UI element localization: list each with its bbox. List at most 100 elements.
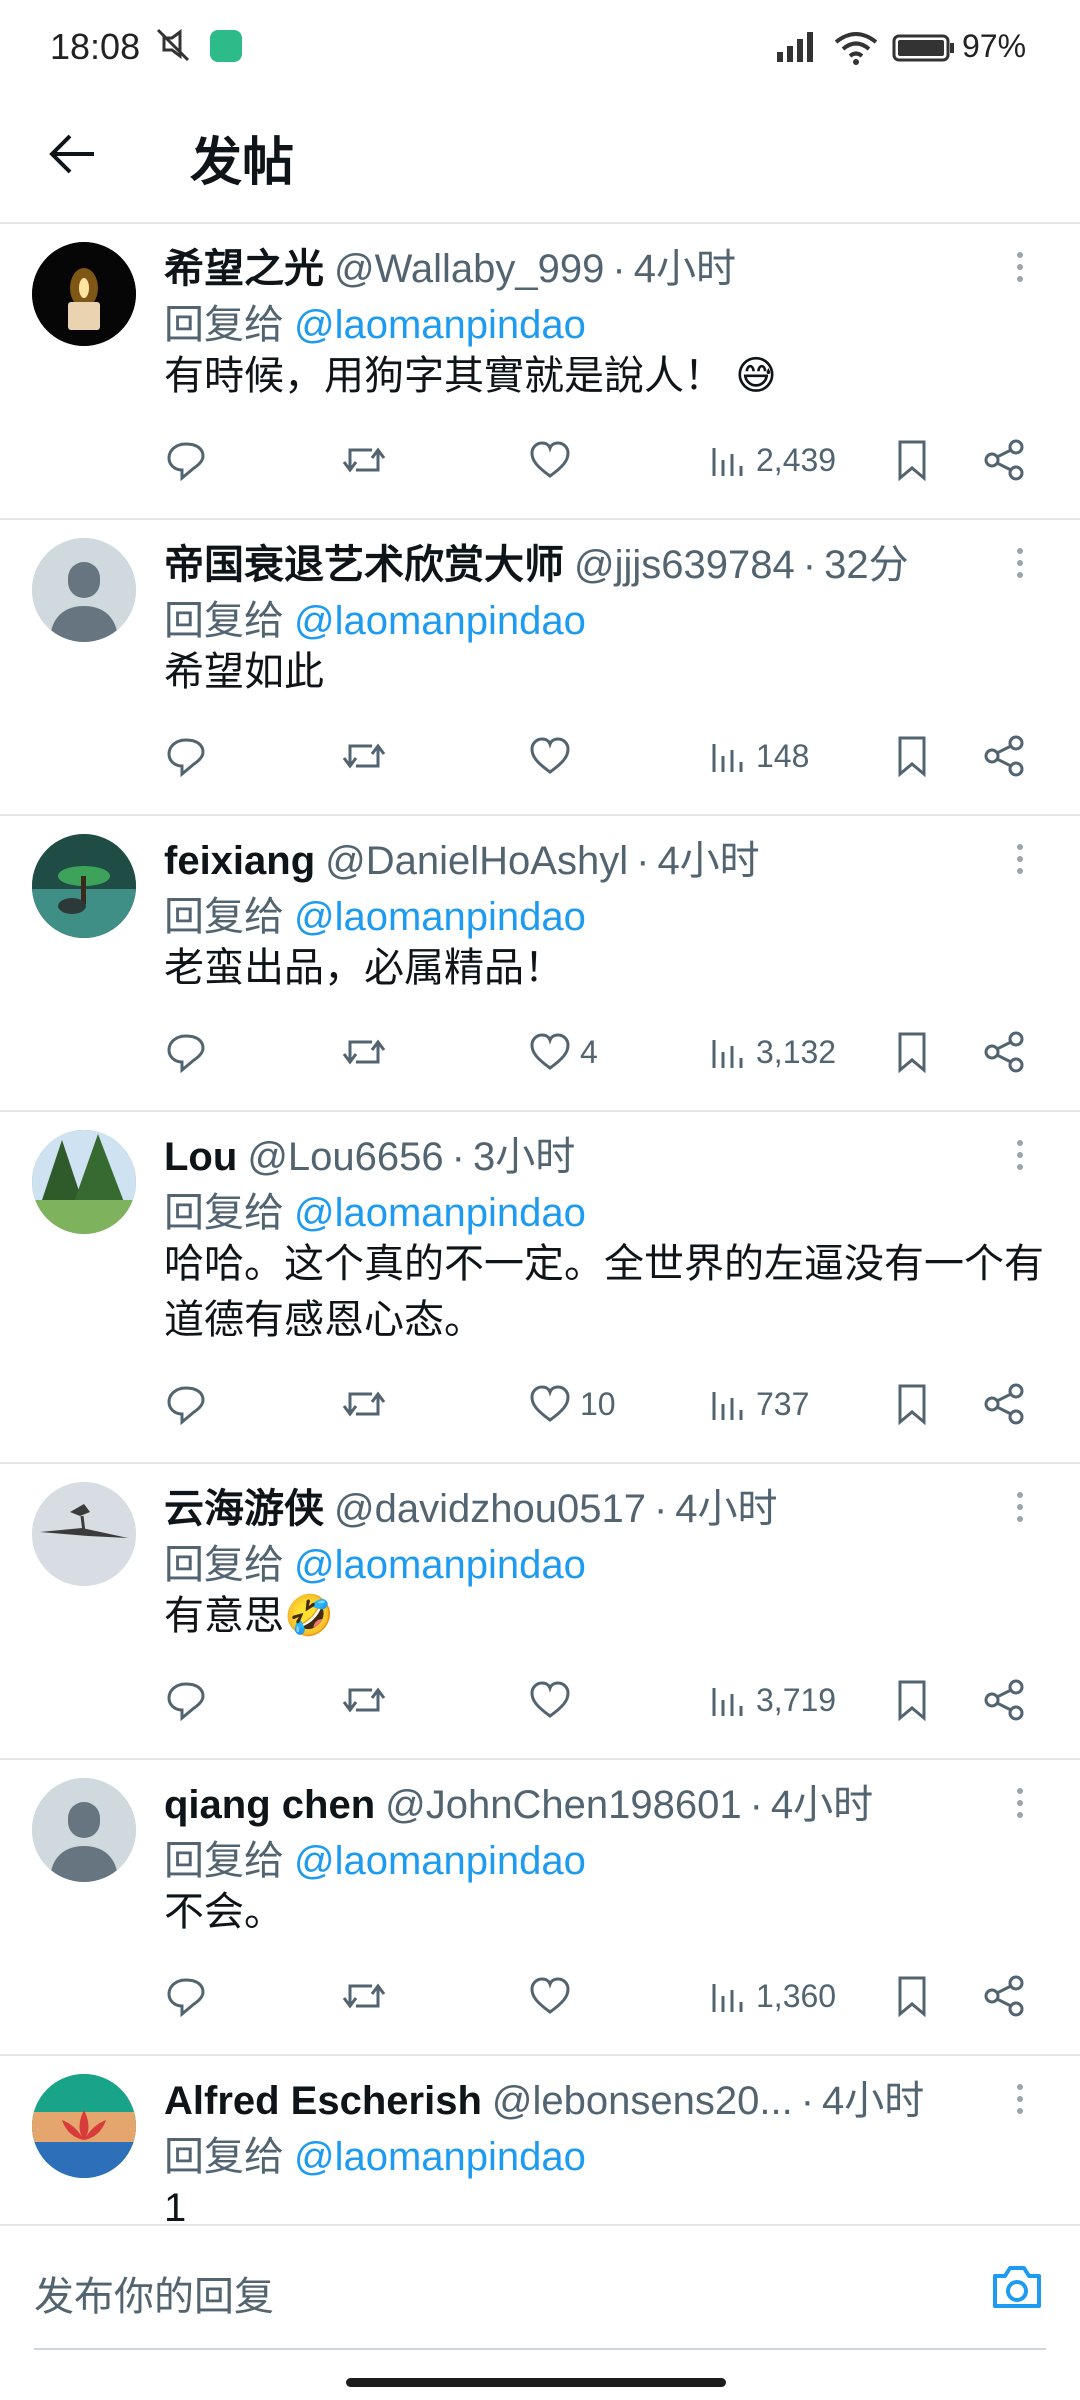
author-name[interactable]: Lou [164,1135,237,1179]
author-name[interactable]: feixiang [164,839,315,883]
bookmark-button[interactable] [892,1670,932,1730]
reply-context: 回复给 @laomanpindao [164,292,586,350]
author-handle[interactable]: @JohnChen198601 [385,1783,741,1827]
reply-mention[interactable]: @laomanpindao [294,599,586,643]
home-indicator[interactable] [346,2378,726,2387]
tweet[interactable]: 希望之光 @Wallaby_999 · 4小时 回复给 @laomanpindao 有時… [0,224,1080,520]
more-options-icon[interactable] [1010,1782,1030,1822]
more-options-icon[interactable] [1010,246,1030,286]
reply-icon [167,442,205,482]
reply-mention[interactable]: @laomanpindao [294,303,586,347]
author-name[interactable]: 帝国衰退艺术欣赏大师 [164,543,564,587]
share-button[interactable] [982,1374,1026,1434]
share-button[interactable] [982,726,1026,786]
views-button[interactable]: 3,719 [708,1670,836,1730]
like-button[interactable]: 4 [528,1022,598,1082]
author-handle[interactable]: @davidzhou0517 [334,1487,646,1531]
repost-button[interactable] [340,1966,388,2026]
eagle-avatar-icon [32,1482,136,1586]
battery-percent: 97% [962,28,1027,64]
avatar[interactable] [32,834,136,938]
reply-button[interactable] [164,1670,208,1730]
more-options-icon[interactable] [1010,2078,1030,2118]
tweet-actions: 148 [164,726,1044,786]
views-button[interactable]: 1,360 [708,1966,836,2026]
author-name[interactable]: Alfred Escherish [164,2079,482,2123]
avatar[interactable] [32,1130,136,1234]
tweet[interactable]: Lou @Lou6656 · 3小时 回复给 @laomanpindao 哈哈。这个真的… [0,1112,1080,1464]
author-handle[interactable]: @Lou6656 [247,1135,443,1179]
more-options-icon[interactable] [1010,838,1030,878]
author-handle[interactable]: @lebonsens20... [492,2079,793,2123]
reply-button[interactable] [164,1374,208,1434]
share-button[interactable] [982,1670,1026,1730]
views-button[interactable]: 3,132 [708,1022,836,1082]
share-button[interactable] [982,1022,1026,1082]
reply-button[interactable] [164,430,208,490]
tweet[interactable]: Alfred Escherish @lebonsens20... · 4小时 回复给 @… [0,2056,1080,2224]
tweet-header: feixiang @DanielHoAshyl · 4小时 [164,839,760,883]
reply-button[interactable] [164,1966,208,2026]
more-options-icon[interactable] [1010,542,1030,582]
top-app-bar: 发帖 [0,96,1080,224]
author-handle[interactable]: @Wallaby_999 [334,247,604,291]
reply-mention[interactable]: @laomanpindao [294,2135,586,2179]
view-count: 737 [756,1385,810,1422]
views-button[interactable]: 2,439 [708,430,836,490]
repost-button[interactable] [340,726,388,786]
author-name[interactable]: 希望之光 [164,247,324,291]
views-button[interactable]: 737 [708,1374,809,1434]
reply-button[interactable] [164,726,208,786]
bookmark-icon [898,1680,926,1722]
repost-button[interactable] [340,430,388,490]
reply-mention[interactable]: @laomanpindao [294,1839,586,1883]
bookmark-button[interactable] [892,1022,932,1082]
share-button[interactable] [982,1966,1026,2026]
views-button[interactable]: 148 [708,726,809,786]
reply-input[interactable]: 发布你的回复 [34,2264,274,2322]
author-name[interactable]: 云海游侠 [164,1487,324,1531]
tweet[interactable]: 帝国衰退艺术欣赏大师 @jjjs639784 · 32分 回复给 @laomanpind… [0,520,1080,816]
tweet-text: 不会。 [164,1890,284,1934]
repost-button[interactable] [340,1022,388,1082]
repost-button[interactable] [340,1374,388,1434]
tweet[interactable]: qiang chen @JohnChen198601 · 4小时 回复给 @laoman… [0,1760,1080,2056]
reply-composer[interactable]: 发布你的回复 [0,2224,1080,2350]
repost-icon [342,1687,386,1713]
more-options-icon[interactable] [1010,1486,1030,1526]
like-button[interactable] [528,430,580,490]
reply-mention[interactable]: @laomanpindao [294,895,586,939]
reply-mention[interactable]: @laomanpindao [294,1543,586,1587]
arrow-left-icon[interactable] [44,124,104,184]
bookmark-button[interactable] [892,1374,932,1434]
like-button[interactable] [528,1670,580,1730]
signal-icon [777,32,813,62]
more-options-icon[interactable] [1010,1134,1030,1174]
heart-icon [530,1033,570,1070]
tweet[interactable]: 云海游侠 @davidzhou0517 · 4小时 回复给 @laomanpindao … [0,1464,1080,1760]
author-handle[interactable]: @DanielHoAshyl [325,839,628,883]
reply-mention[interactable]: @laomanpindao [294,1191,586,1235]
share-button[interactable] [982,430,1026,490]
status-time: 18:08 [50,26,141,67]
author-name[interactable]: qiang chen [164,1783,375,1827]
reply-button[interactable] [164,1022,208,1082]
like-button[interactable] [528,1966,580,2026]
tweet-header: 希望之光 @Wallaby_999 · 4小时 [164,247,736,291]
reply-context: 回复给 @laomanpindao [164,588,586,646]
bookmark-button[interactable] [892,1966,932,2026]
avatar[interactable] [32,1778,136,1882]
repost-button[interactable] [340,1670,388,1730]
camera-icon[interactable] [990,2262,1044,2312]
app-shield-icon [210,30,242,62]
bookmark-button[interactable] [892,726,932,786]
like-button[interactable] [528,726,580,786]
avatar[interactable] [32,1482,136,1586]
avatar[interactable] [32,2074,136,2178]
avatar[interactable] [32,538,136,642]
avatar[interactable] [32,242,136,346]
bookmark-button[interactable] [892,430,932,490]
tweet[interactable]: feixiang @DanielHoAshyl · 4小时 回复给 @laomanpin… [0,816,1080,1112]
like-button[interactable]: 10 [528,1374,616,1434]
author-handle[interactable]: @jjjs639784 [574,543,795,587]
